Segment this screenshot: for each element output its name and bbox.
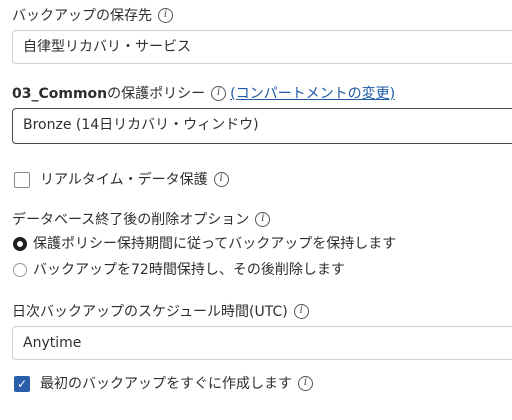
compartment-name: 03_Common: [12, 86, 108, 102]
realtime-protection-label-row: リアルタイム・データ保護 i: [40, 171, 229, 189]
create-first-backup-label-row: 最初のバックアップをすぐに作成します i: [40, 375, 313, 393]
daily-schedule-label: 日次バックアップのスケジュール時間(UTC): [12, 304, 288, 320]
protection-policy-label-row: 03_Commonの保護ポリシー i (コンパートメントの変更): [12, 85, 395, 103]
retain-72h-label[interactable]: バックアップを72時間保持し、その後削除します: [33, 261, 345, 279]
daily-schedule-value: Anytime: [23, 335, 82, 351]
retain-per-policy-label[interactable]: 保護ポリシー保持期間に従ってバックアップを保持します: [33, 235, 396, 253]
info-icon[interactable]: i: [211, 85, 227, 101]
change-compartment-link[interactable]: (コンパートメントの変更): [230, 86, 395, 102]
retain-per-policy-radio[interactable]: [13, 237, 27, 251]
protection-policy-value: Bronze (14日リカバリ・ウィンドウ): [23, 117, 259, 133]
info-icon[interactable]: i: [293, 303, 309, 319]
info-icon[interactable]: i: [255, 211, 271, 227]
deletion-options-label: データベース終了後の削除オプション: [12, 212, 250, 228]
backup-destination-label-row: バックアップの保存先 i: [12, 7, 173, 25]
backup-settings-panel: バックアップの保存先 i 自律型リカバリ・サービス 03_Commonの保護ポリシ…: [0, 0, 512, 420]
info-icon[interactable]: i: [158, 7, 173, 23]
realtime-protection-checkbox[interactable]: [14, 172, 30, 188]
daily-schedule-select[interactable]: Anytime: [12, 326, 512, 360]
create-first-backup-label: 最初のバックアップをすぐに作成します: [40, 376, 292, 392]
deletion-options-label-row: データベース終了後の削除オプション i: [12, 211, 271, 229]
create-first-backup-checkbox[interactable]: ✓: [14, 376, 30, 392]
info-icon[interactable]: i: [213, 171, 229, 187]
daily-schedule-label-row: 日次バックアップのスケジュール時間(UTC) i: [12, 303, 309, 321]
protection-policy-select[interactable]: Bronze (14日リカバリ・ウィンドウ): [12, 108, 512, 144]
backup-destination-label: バックアップの保存先: [12, 8, 152, 24]
check-icon: ✓: [16, 377, 28, 391]
realtime-protection-label: リアルタイム・データ保護: [40, 172, 208, 188]
retain-72h-radio[interactable]: [13, 263, 27, 277]
protection-policy-label: の保護ポリシー: [107, 86, 206, 102]
backup-destination-value: 自律型リカバリ・サービス: [23, 39, 191, 55]
backup-destination-select[interactable]: 自律型リカバリ・サービス: [12, 30, 512, 64]
info-icon[interactable]: i: [298, 375, 313, 391]
